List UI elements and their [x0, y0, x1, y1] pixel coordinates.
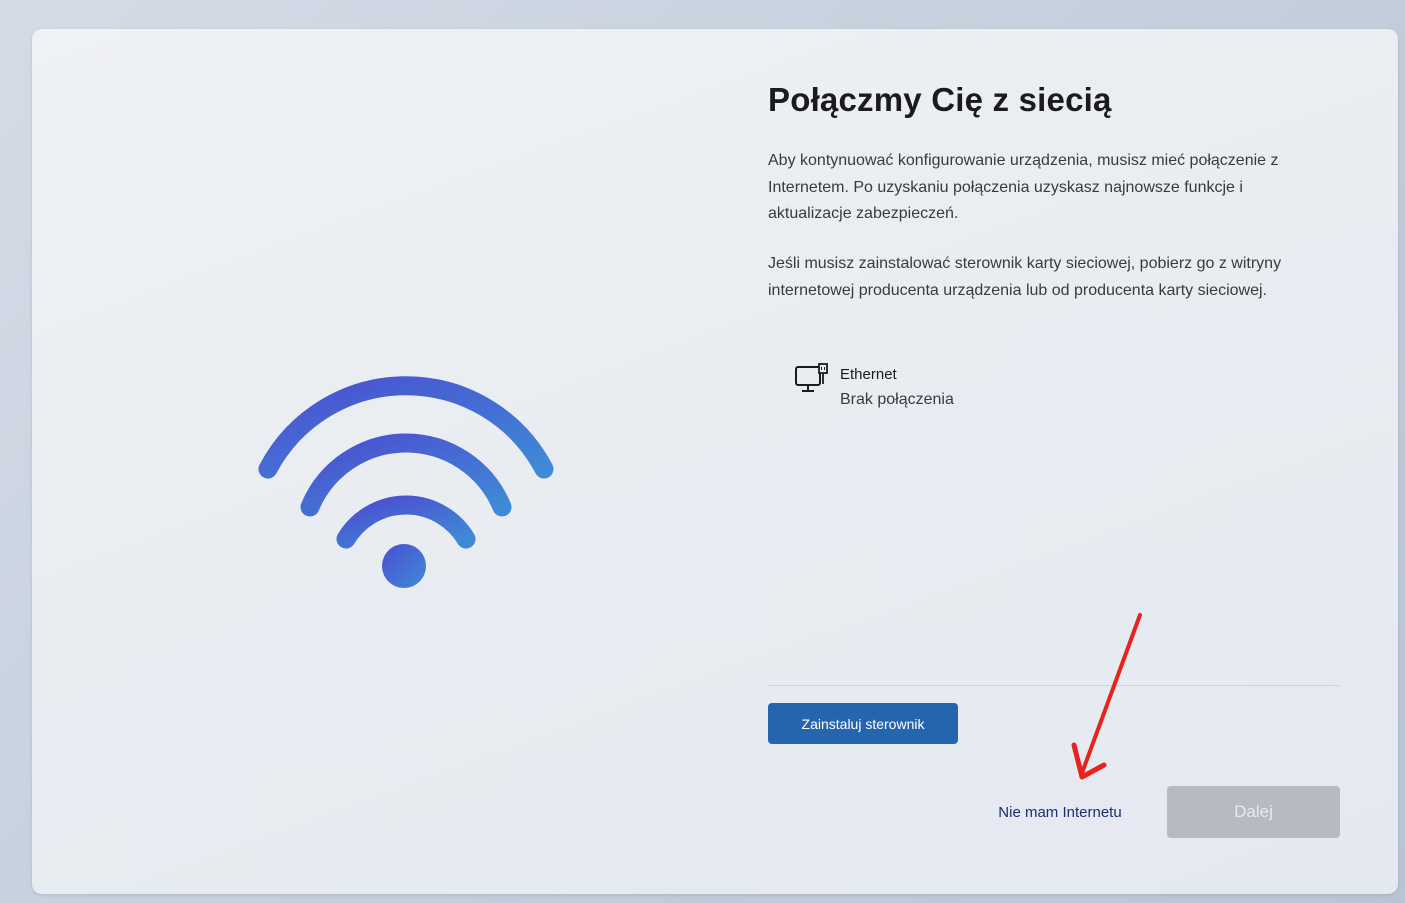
next-button[interactable]: Dalej: [1167, 786, 1340, 838]
wifi-dot: [382, 544, 426, 588]
install-driver-button[interactable]: Zainstaluj sterownik: [768, 703, 958, 744]
wifi-arc-outer: [258, 376, 554, 479]
content-pane: Połączmy Cię z siecią Aby kontynuować ko…: [768, 29, 1340, 894]
divider: [768, 685, 1340, 686]
network-item-ethernet[interactable]: Ethernet Brak połączenia: [794, 362, 1054, 416]
network-name: Ethernet: [840, 366, 897, 383]
driver-info-paragraph: Jeśli musisz zainstalować sterownik kart…: [768, 255, 1282, 299]
page-title: Połączmy Cię z siecią: [768, 81, 1112, 118]
oobe-network-card: Połączmy Cię z siecią Aby kontynuować ko…: [32, 29, 1398, 894]
ethernet-icon: [795, 363, 828, 392]
description-paragraph: Aby kontynuować konfigurowanie urządzeni…: [768, 152, 1279, 222]
wifi-icon: [258, 376, 554, 588]
no-internet-button[interactable]: Nie mam Internetu: [982, 788, 1138, 836]
wifi-arc-inner: [336, 495, 476, 549]
network-status: Brak połączenia: [840, 391, 954, 408]
